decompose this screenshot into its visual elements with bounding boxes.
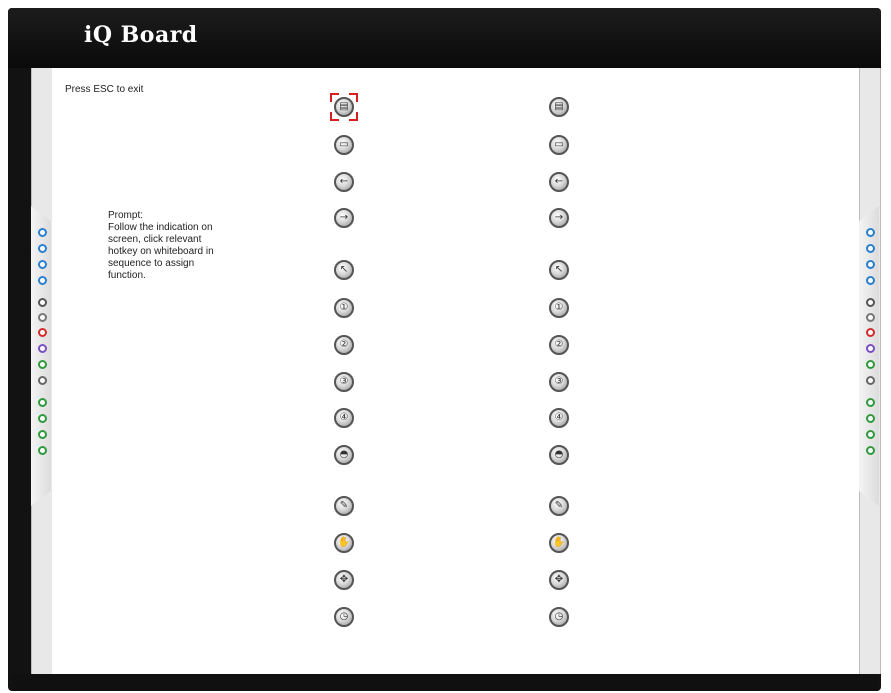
- next-hotkey-icon: →: [554, 212, 564, 223]
- left-printer-side-icon[interactable]: [38, 276, 47, 285]
- left-highlighter-side-icon[interactable]: [38, 328, 47, 337]
- left-undo-side-icon[interactable]: [38, 376, 47, 385]
- custom-1-hotkey-icon: ①: [339, 302, 349, 313]
- prompt-line: Follow the indication on: [108, 222, 213, 233]
- prompt-line: function.: [108, 270, 146, 281]
- left-record-side-icon[interactable]: [38, 430, 47, 439]
- select-hotkey-icon: ↖: [554, 264, 564, 275]
- right-pen-hotkey-icon[interactable]: ✎: [549, 496, 569, 516]
- right-printer-side-icon[interactable]: [866, 276, 875, 285]
- custom-4-hotkey-icon: ④: [554, 412, 564, 423]
- prompt-line: sequence to assign: [108, 258, 195, 269]
- left-pen-hotkey-icon[interactable]: ✎: [334, 496, 354, 516]
- prompt-text: Prompt: Follow the indication on screen,…: [108, 210, 258, 282]
- left-capture-side-icon[interactable]: [38, 414, 47, 423]
- left-custom-3-hotkey-icon[interactable]: ③: [334, 372, 354, 392]
- previous-hotkey-icon: ←: [554, 176, 564, 187]
- right-new-page-hotkey-icon[interactable]: ▤: [549, 97, 569, 117]
- left-globe-side-icon[interactable]: [38, 228, 47, 237]
- prompt-line: hotkey on whiteboard in: [108, 246, 214, 257]
- previous-hotkey-icon: ←: [339, 176, 349, 187]
- right-globe-side-icon[interactable]: [866, 228, 875, 237]
- right-zoom-side-icon[interactable]: [866, 398, 875, 407]
- prompt-line: screen, click relevant: [108, 234, 202, 245]
- right-eraser-hotkey-icon[interactable]: ◓: [549, 445, 569, 465]
- right-next-hotkey-icon[interactable]: →: [549, 208, 569, 228]
- clock-hotkey-icon: ◷: [554, 611, 564, 622]
- eraser-hotkey-icon: ◓: [554, 449, 564, 460]
- hand-hotkey-icon: ✋: [337, 537, 351, 548]
- left-info-side-icon[interactable]: [38, 244, 47, 253]
- right-brush-side-icon[interactable]: [866, 313, 875, 322]
- right-custom-1-hotkey-icon[interactable]: ①: [549, 298, 569, 318]
- custom-1-hotkey-icon: ①: [554, 302, 564, 313]
- iq-board-logo: iQ Board: [84, 22, 198, 48]
- left-custom-1-hotkey-icon[interactable]: ①: [334, 298, 354, 318]
- left-zoom-side-icon[interactable]: [38, 398, 47, 407]
- right-previous-hotkey-icon[interactable]: ←: [549, 172, 569, 192]
- left-previous-hotkey-icon[interactable]: ←: [334, 172, 354, 192]
- right-color-side-icon[interactable]: [866, 344, 875, 353]
- left-custom-2-hotkey-icon[interactable]: ②: [334, 335, 354, 355]
- pen-hotkey-icon: ✎: [339, 500, 349, 511]
- left-next-hotkey-icon[interactable]: →: [334, 208, 354, 228]
- right-move-hotkey-icon[interactable]: ✥: [549, 570, 569, 590]
- hand-hotkey-icon: ✋: [552, 537, 566, 548]
- right-select-hotkey-icon[interactable]: ↖: [549, 260, 569, 280]
- move-hotkey-icon: ✥: [554, 574, 564, 585]
- eraser-hotkey-icon: ◓: [339, 449, 349, 460]
- right-custom-2-hotkey-icon[interactable]: ②: [549, 335, 569, 355]
- move-hotkey-icon: ✥: [339, 574, 349, 585]
- left-hand-hotkey-icon[interactable]: ✋: [334, 533, 354, 553]
- esc-hint: Press ESC to exit: [65, 84, 144, 95]
- prompt-line: Prompt:: [108, 210, 144, 221]
- next-hotkey-icon: →: [339, 212, 349, 223]
- left-eraser-hotkey-icon[interactable]: ◓: [334, 445, 354, 465]
- custom-4-hotkey-icon: ④: [339, 412, 349, 423]
- selection-indicator: [330, 93, 358, 121]
- right-custom-4-hotkey-icon[interactable]: ④: [549, 408, 569, 428]
- custom-2-hotkey-icon: ②: [339, 339, 349, 350]
- right-eraser-side-icon[interactable]: [866, 360, 875, 369]
- right-capture-side-icon[interactable]: [866, 414, 875, 423]
- left-pen-tool-side-icon[interactable]: [38, 298, 47, 307]
- clock-hotkey-icon: ◷: [339, 611, 349, 622]
- left-color-side-icon[interactable]: [38, 344, 47, 353]
- left-save-hotkey-icon[interactable]: ▭: [334, 135, 354, 155]
- right-info-side-icon[interactable]: [866, 244, 875, 253]
- right-power-side-icon[interactable]: [866, 446, 875, 455]
- custom-3-hotkey-icon: ③: [554, 376, 564, 387]
- left-brush-side-icon[interactable]: [38, 313, 47, 322]
- right-undo-side-icon[interactable]: [866, 376, 875, 385]
- custom-3-hotkey-icon: ③: [339, 376, 349, 387]
- right-highlighter-side-icon[interactable]: [866, 328, 875, 337]
- right-hand-hotkey-icon[interactable]: ✋: [549, 533, 569, 553]
- right-custom-3-hotkey-icon[interactable]: ③: [549, 372, 569, 392]
- whiteboard-bottom-bar: [12, 674, 878, 691]
- left-move-hotkey-icon[interactable]: ✥: [334, 570, 354, 590]
- left-keyboard-side-icon[interactable]: [38, 260, 47, 269]
- left-select-hotkey-icon[interactable]: ↖: [334, 260, 354, 280]
- save-hotkey-icon: ▭: [554, 139, 564, 150]
- pen-hotkey-icon: ✎: [554, 500, 564, 511]
- calibration-screen: Press ESC to exit Prompt: Follow the ind…: [52, 68, 859, 674]
- right-clock-hotkey-icon[interactable]: ◷: [549, 607, 569, 627]
- right-pen-tool-side-icon[interactable]: [866, 298, 875, 307]
- right-record-side-icon[interactable]: [866, 430, 875, 439]
- left-power-side-icon[interactable]: [38, 446, 47, 455]
- select-hotkey-icon: ↖: [339, 264, 349, 275]
- left-clock-hotkey-icon[interactable]: ◷: [334, 607, 354, 627]
- left-eraser-side-icon[interactable]: [38, 360, 47, 369]
- left-custom-4-hotkey-icon[interactable]: ④: [334, 408, 354, 428]
- new-page-hotkey-icon: ▤: [554, 101, 564, 112]
- right-keyboard-side-icon[interactable]: [866, 260, 875, 269]
- custom-2-hotkey-icon: ②: [554, 339, 564, 350]
- right-save-hotkey-icon[interactable]: ▭: [549, 135, 569, 155]
- save-hotkey-icon: ▭: [339, 139, 349, 150]
